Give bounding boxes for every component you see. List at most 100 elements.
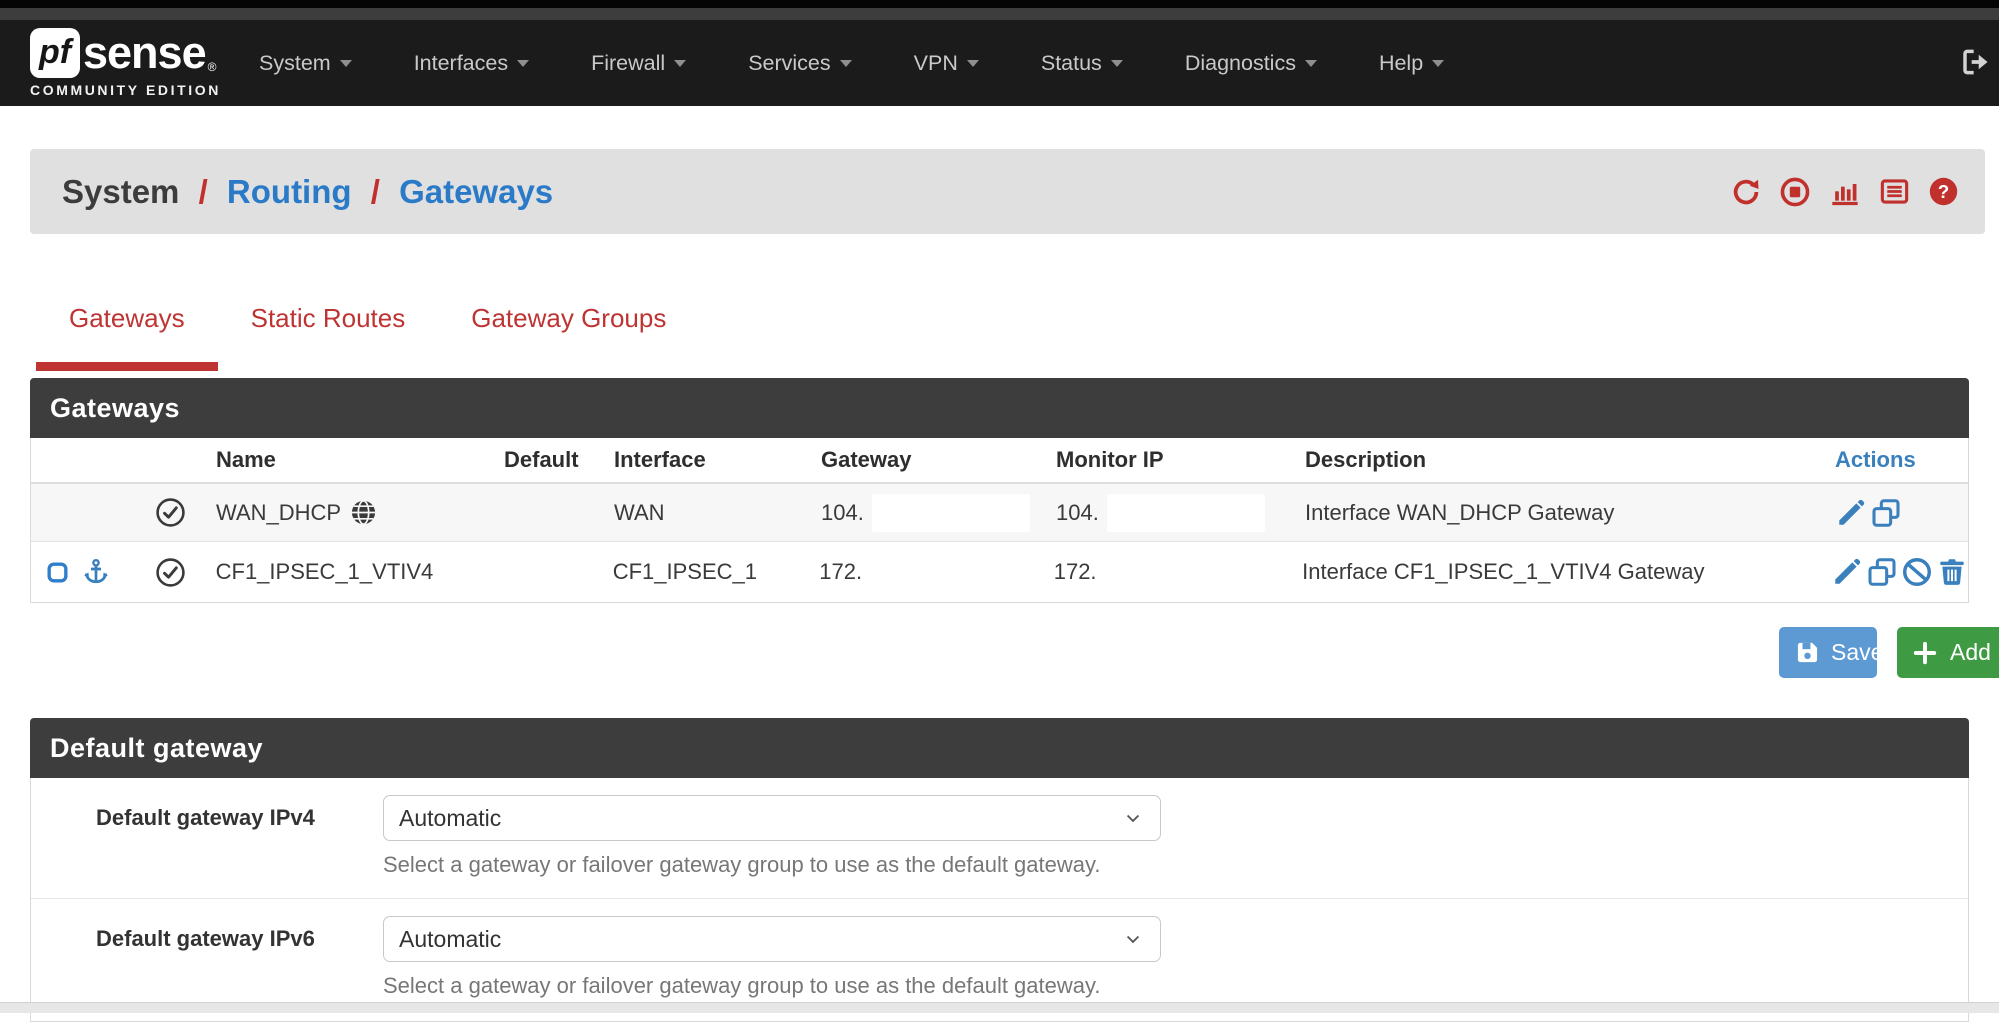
default-gateway-globe-icon: [350, 499, 377, 526]
gateway-description: Interface CF1_IPSEC_1_VTIV4 Gateway: [1294, 559, 1803, 585]
refresh-icon[interactable]: [1731, 177, 1761, 207]
col-name: Name: [216, 447, 504, 473]
redaction-box: [1107, 494, 1265, 532]
nav-menu: System Interfaces Firewall Services VPN …: [228, 20, 1475, 106]
window-top-strip: [0, 8, 1999, 20]
breadcrumb: System / Routing / Gateways: [62, 173, 553, 211]
plus-icon: [1912, 640, 1938, 666]
nav-item-help[interactable]: Help: [1348, 51, 1475, 76]
copy-gateway-icon[interactable]: [1870, 497, 1902, 529]
nav-item-vpn[interactable]: VPN: [883, 51, 1010, 76]
chevron-down-icon: [517, 60, 529, 67]
nav-item-status[interactable]: Status: [1010, 51, 1154, 76]
copy-gateway-icon[interactable]: [1866, 556, 1898, 588]
default-gateway-ipv6-row: Default gateway IPv6 Automatic Select a …: [31, 898, 1968, 1019]
chevron-down-icon: [340, 60, 352, 67]
default-gateway-ipv6-select[interactable]: Automatic: [383, 916, 1161, 962]
nav-item-interfaces[interactable]: Interfaces: [383, 51, 560, 76]
nav-item-services[interactable]: Services: [717, 51, 882, 76]
tab-gateway-groups[interactable]: Gateway Groups: [438, 297, 699, 371]
col-actions: Actions: [1807, 447, 1968, 473]
table-row: WAN_DHCP WAN 104. 104. Interface WAN_DHC…: [31, 484, 1968, 542]
gateway-name: CF1_IPSEC_1_VTIV4: [216, 559, 434, 585]
nav-item-system[interactable]: System: [228, 51, 383, 76]
col-gateway: Gateway: [811, 447, 1054, 473]
table-row: CF1_IPSEC_1_VTIV4 CF1_IPSEC_1 172. 172. …: [31, 542, 1968, 602]
gateway-online-check-icon: [155, 497, 186, 528]
pfsense-logo[interactable]: pf sense ® COMMUNITY EDITION: [30, 27, 221, 98]
community-edition-tagline: COMMUNITY EDITION: [30, 82, 221, 98]
sense-wordmark: sense: [83, 27, 206, 79]
stop-circle-icon[interactable]: [1779, 176, 1811, 208]
chevron-down-icon: [1123, 808, 1143, 828]
save-button-label: Save: [1831, 639, 1883, 666]
page-header-bar: System / Routing / Gateways ?: [30, 149, 1985, 234]
gateway-marker-square-icon: [45, 560, 70, 585]
breadcrumb-routing-link[interactable]: Routing: [227, 173, 352, 210]
routing-tabs: Gateways Static Routes Gateway Groups: [36, 297, 699, 371]
default-gateway-ipv4-help: Select a gateway or failover gateway gro…: [383, 852, 1968, 878]
gateway-name: WAN_DHCP: [216, 500, 341, 526]
chevron-down-icon: [1123, 929, 1143, 949]
default-gateway-ipv6-help: Select a gateway or failover gateway gro…: [383, 973, 1968, 999]
breadcrumb-gateways-link[interactable]: Gateways: [399, 173, 553, 210]
log-list-icon[interactable]: [1879, 176, 1910, 207]
header-action-icons: ?: [1731, 149, 1959, 234]
chevron-down-icon: [967, 60, 979, 67]
redaction-box: [872, 494, 1030, 532]
svg-text:?: ?: [1938, 181, 1949, 202]
table-header-row: Name Default Interface Gateway Monitor I…: [31, 438, 1968, 484]
window-top-edge: [0, 0, 1999, 8]
main-navbar: pf sense ® COMMUNITY EDITION System Inte…: [0, 20, 1999, 106]
col-description: Description: [1297, 447, 1807, 473]
action-buttons-row: Save Add: [0, 627, 1999, 678]
gateway-interface: CF1_IPSEC_1: [613, 559, 810, 585]
default-gateway-ipv4-select[interactable]: Automatic: [383, 795, 1161, 841]
page-bottom-strip: [0, 1002, 1999, 1013]
gateways-panel: Gateways Name Default Interface Gateway …: [30, 378, 1969, 603]
bar-chart-icon[interactable]: [1829, 176, 1861, 208]
add-gateway-button[interactable]: Add: [1897, 627, 1999, 678]
help-icon[interactable]: ?: [1928, 176, 1959, 207]
save-disk-icon: [1795, 640, 1820, 665]
gateways-panel-title: Gateways: [30, 378, 1969, 438]
anchor-icon: [81, 557, 111, 587]
delete-gateway-icon[interactable]: [1936, 556, 1968, 588]
nav-item-firewall[interactable]: Firewall: [560, 51, 717, 76]
default-gateway-ipv4-row: Default gateway IPv4 Automatic Select a …: [31, 778, 1968, 898]
chevron-down-icon: [1432, 60, 1444, 67]
disable-gateway-icon[interactable]: [1901, 556, 1933, 588]
nav-item-diagnostics[interactable]: Diagnostics: [1154, 51, 1348, 76]
col-interface: Interface: [614, 447, 811, 473]
chevron-down-icon: [674, 60, 686, 67]
gateway-interface: WAN: [614, 500, 811, 526]
add-button-label: Add: [1950, 639, 1991, 666]
monitor-ip: 104.: [1056, 500, 1099, 526]
tab-static-routes[interactable]: Static Routes: [218, 297, 439, 371]
gateway-address: 172.: [819, 559, 862, 585]
breadcrumb-separator: /: [371, 173, 380, 210]
pf-logo-tile: pf: [30, 28, 80, 78]
monitor-ip: 172.: [1054, 559, 1097, 585]
tab-gateways[interactable]: Gateways: [36, 297, 218, 371]
save-button[interactable]: Save: [1779, 627, 1877, 678]
gateway-address: 104.: [821, 500, 864, 526]
default-gateway-panel-title: Default gateway: [30, 718, 1969, 778]
gateway-description: Interface WAN_DHCP Gateway: [1297, 500, 1807, 526]
registered-mark: ®: [208, 60, 217, 74]
chevron-down-icon: [1111, 60, 1123, 67]
gateways-table: Name Default Interface Gateway Monitor I…: [30, 438, 1969, 603]
default-gateway-ipv6-label: Default gateway IPv6: [96, 926, 383, 952]
breadcrumb-separator: /: [199, 173, 208, 210]
edit-gateway-icon[interactable]: [1831, 556, 1863, 588]
chevron-down-icon: [1305, 60, 1317, 67]
gateway-online-check-icon: [155, 557, 186, 588]
default-gateway-panel: Default gateway Default gateway IPv4 Aut…: [30, 718, 1969, 1022]
chevron-down-icon: [840, 60, 852, 67]
default-gateway-ipv4-label: Default gateway IPv4: [96, 805, 383, 831]
col-default: Default: [504, 447, 614, 473]
col-monitor-ip: Monitor IP: [1054, 447, 1297, 473]
breadcrumb-system: System: [62, 173, 179, 210]
edit-gateway-icon[interactable]: [1835, 497, 1867, 529]
logout-icon[interactable]: [1959, 46, 1991, 78]
